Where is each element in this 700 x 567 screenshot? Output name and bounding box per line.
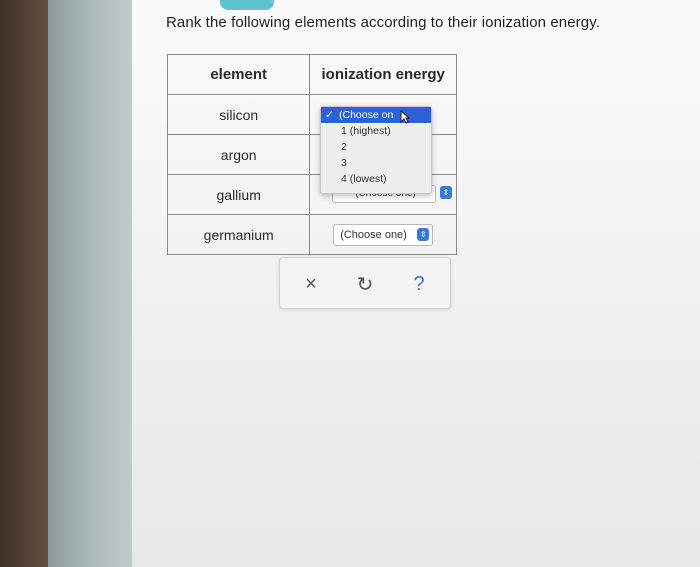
close-icon[interactable]: × — [298, 272, 324, 296]
chevron-up-down-icon: ⇕ — [417, 228, 430, 241]
rank-dropdown-list[interactable]: ✓ (Choose on 1 (highest) 2 3 4 (lowest) — [320, 106, 432, 194]
dropdown-option[interactable]: 3 — [321, 155, 431, 171]
element-cell: germanium — [166, 214, 311, 255]
action-panel: × ↻ ? — [279, 257, 451, 309]
element-cell: gallium — [166, 174, 311, 215]
monitor-bezel — [48, 0, 144, 567]
table-row: germanium (Choose one) ⇕ — [166, 214, 457, 255]
element-cell: silicon — [166, 94, 311, 135]
mouse-cursor-icon — [400, 110, 410, 124]
choice-cell: (Choose one) ⇕ — [309, 214, 457, 255]
element-cell: argon — [166, 134, 311, 175]
undo-icon[interactable]: ↻ — [352, 272, 378, 296]
check-icon: ✓ — [325, 109, 334, 121]
header-ionization-energy: ionization energy — [309, 54, 457, 95]
question-text: Rank the following elements according to… — [166, 14, 600, 31]
top-tab[interactable] — [220, 0, 274, 10]
header-element: element — [166, 54, 311, 95]
screen: Rank the following elements according to… — [132, 0, 700, 567]
help-icon[interactable]: ? — [406, 272, 432, 296]
dropdown-option-label: (Choose on — [339, 109, 394, 121]
table-header-row: element ionization energy — [166, 54, 457, 95]
select-label: (Choose one) — [340, 228, 407, 241]
rank-select-germanium[interactable]: (Choose one) ⇕ — [333, 223, 434, 246]
dropdown-option[interactable]: 1 (highest) — [321, 123, 431, 139]
dropdown-option-selected[interactable]: ✓ (Choose on — [321, 107, 431, 123]
chevron-up-down-icon: ⇕ — [440, 186, 452, 199]
dropdown-option[interactable]: 4 (lowest) — [321, 171, 431, 187]
dropdown-option[interactable]: 2 — [321, 139, 431, 155]
